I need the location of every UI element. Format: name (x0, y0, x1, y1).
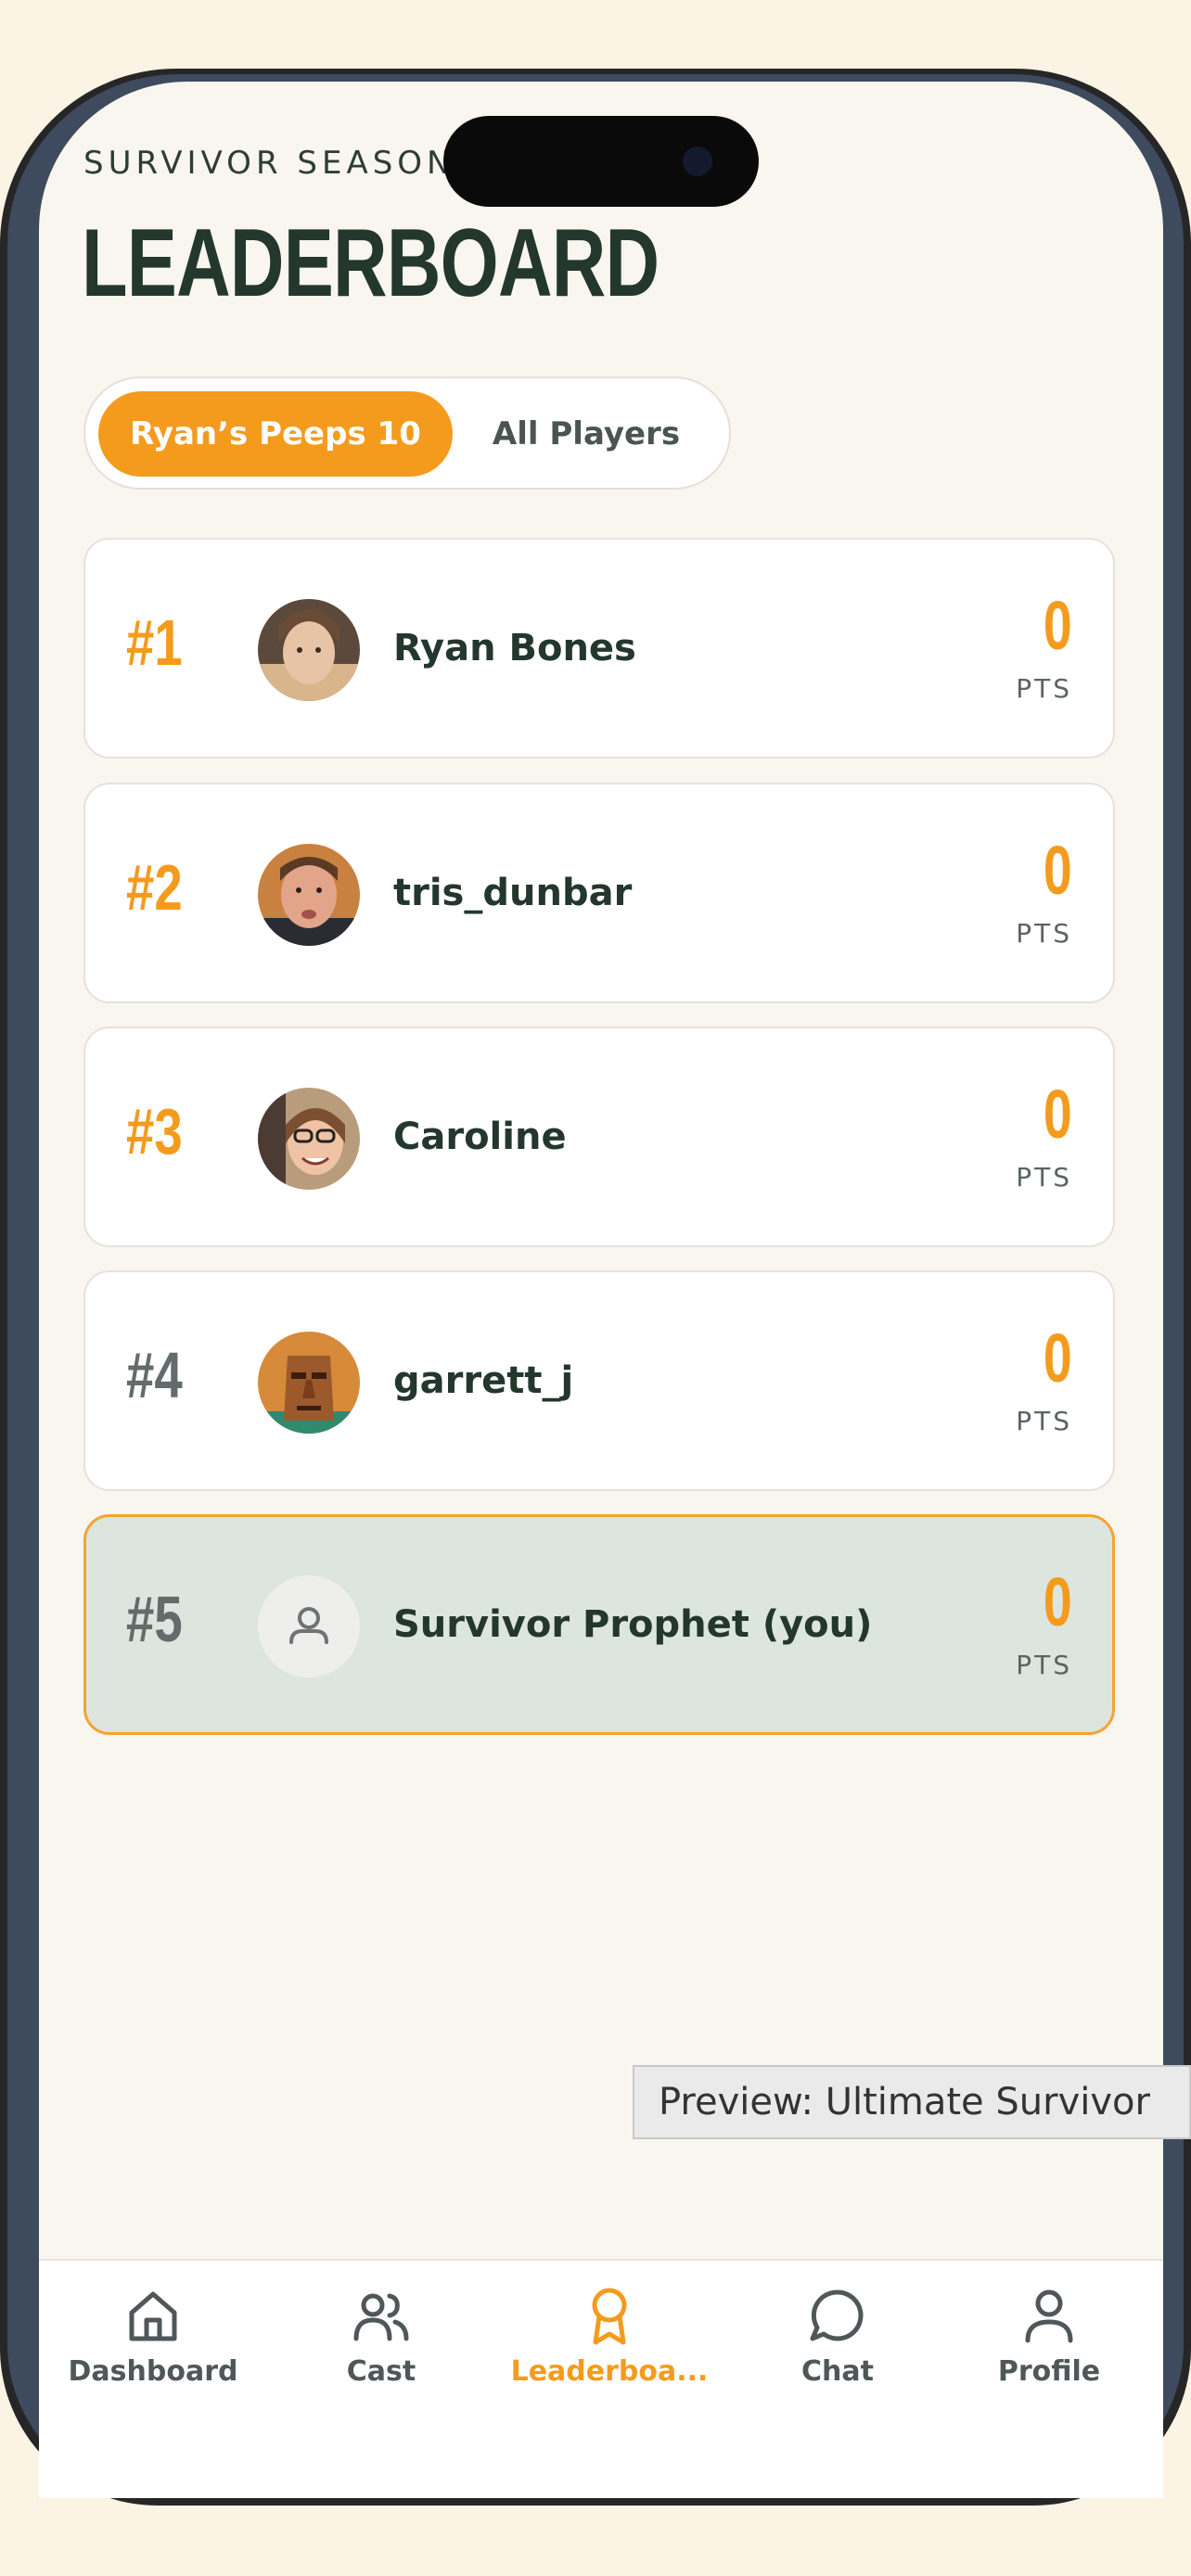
points-unit: PTS (1016, 918, 1072, 949)
chat-bubble-icon (810, 2289, 864, 2341)
leaderboard-row[interactable]: #1 Ryan Bones 0 PTS (83, 538, 1115, 759)
toggle-league-button[interactable]: Ryan’s Peeps 10 (98, 391, 453, 477)
player-name: Caroline (393, 1116, 567, 1158)
player-name: Ryan Bones (393, 627, 636, 670)
tab-bar: Dashboard Cast Leaderboa... Chat Profile (39, 2259, 1163, 2498)
tab-label: Cast (346, 2355, 416, 2388)
rank-label: #1 (126, 606, 183, 679)
photo-avatar-icon (258, 1332, 360, 1434)
leaderboard-row[interactable]: #4 garrett_j 0 PTS (83, 1270, 1115, 1491)
photo-avatar-icon (258, 599, 360, 701)
photo-avatar-icon (258, 844, 360, 946)
player-name: garrett_j (393, 1359, 574, 1402)
tab-cast[interactable]: Cast (267, 2285, 495, 2388)
rank-label: #5 (126, 1583, 183, 1655)
points-display: 0 PTS (1016, 832, 1072, 950)
player-avatar (258, 599, 360, 701)
points-value: 0 (1044, 832, 1072, 909)
league-toggle: Ryan’s Peeps 10 All Players (83, 376, 731, 490)
leaderboard-row[interactable]: #3 Caroline 0 PTS (83, 1027, 1115, 1247)
points-display: 0 PTS (1016, 587, 1072, 705)
points-value: 0 (1044, 587, 1072, 664)
users-icon (353, 2293, 409, 2341)
tab-profile[interactable]: Profile (935, 2285, 1163, 2388)
rank-label: #4 (126, 1339, 183, 1411)
leaderboard-row-current-user[interactable]: #5 Survivor Prophet (you) 0 PTS (83, 1514, 1115, 1735)
rank-label: #3 (126, 1095, 183, 1167)
preview-tooltip: Preview: Ultimate Survivor (633, 2065, 1191, 2139)
user-icon (1025, 2289, 1073, 2343)
player-avatar (258, 1088, 360, 1190)
toggle-all-players-button[interactable]: All Players (466, 391, 707, 477)
tab-label: Dashboard (68, 2355, 238, 2388)
player-avatar (258, 1575, 360, 1677)
points-unit: PTS (1016, 1162, 1072, 1192)
points-display: 0 PTS (1016, 1076, 1072, 1193)
season-overline: SURVIVOR SEASON (83, 145, 455, 182)
camera-icon (683, 147, 712, 176)
tab-label: Profile (997, 2355, 1101, 2388)
points-unit: PTS (1016, 673, 1072, 704)
player-avatar (258, 844, 360, 946)
tab-dashboard[interactable]: Dashboard (39, 2285, 267, 2388)
player-name: tris_dunbar (393, 872, 633, 914)
player-name: Survivor Prophet (you) (393, 1603, 873, 1646)
points-value: 0 (1044, 1076, 1072, 1153)
points-display: 0 PTS (1016, 1320, 1072, 1437)
points-unit: PTS (1016, 1406, 1072, 1436)
tab-leaderboard[interactable]: Leaderboa... (495, 2285, 724, 2388)
page-title: LEADERBOARD (82, 210, 660, 317)
points-value: 0 (1044, 1563, 1072, 1640)
home-icon (129, 2291, 177, 2341)
rank-label: #2 (126, 851, 183, 924)
tab-chat[interactable]: Chat (724, 2285, 952, 2388)
photo-avatar-icon (258, 1088, 360, 1190)
tab-label: Leaderboa... (510, 2355, 709, 2388)
points-unit: PTS (1016, 1650, 1072, 1680)
points-value: 0 (1044, 1320, 1072, 1396)
leaderboard-row[interactable]: #2 tris_dunbar 0 PTS (83, 783, 1115, 1003)
award-icon (592, 2288, 627, 2345)
person-icon (289, 1607, 328, 1644)
tab-label: Chat (801, 2355, 874, 2388)
player-avatar (258, 1332, 360, 1434)
points-display: 0 PTS (1016, 1563, 1072, 1681)
